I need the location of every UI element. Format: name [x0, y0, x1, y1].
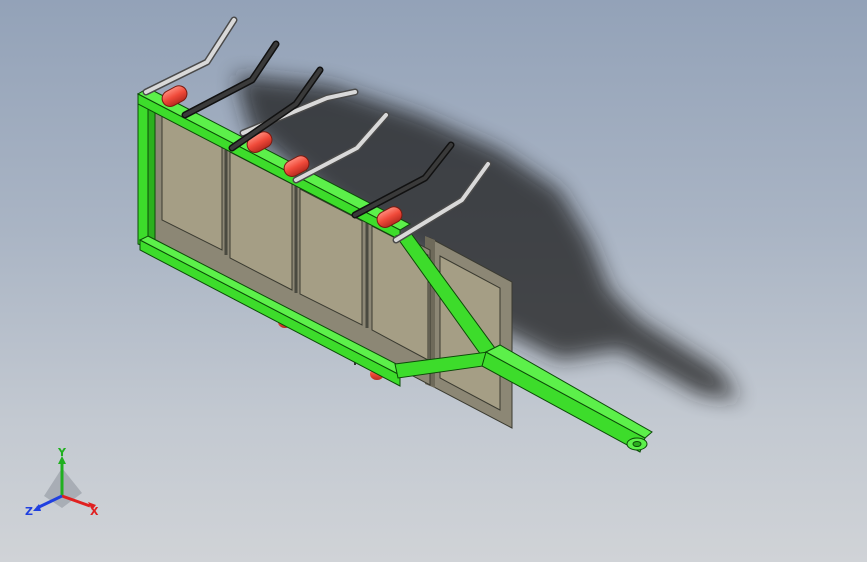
z-axis-label: Z	[25, 505, 33, 518]
cad-model[interactable]	[0, 0, 867, 562]
3d-viewport[interactable]: Y X Z	[0, 0, 867, 562]
x-axis-label: X	[90, 505, 99, 518]
y-axis-label: Y	[57, 448, 67, 459]
orientation-triad[interactable]: Y X Z	[22, 448, 112, 528]
